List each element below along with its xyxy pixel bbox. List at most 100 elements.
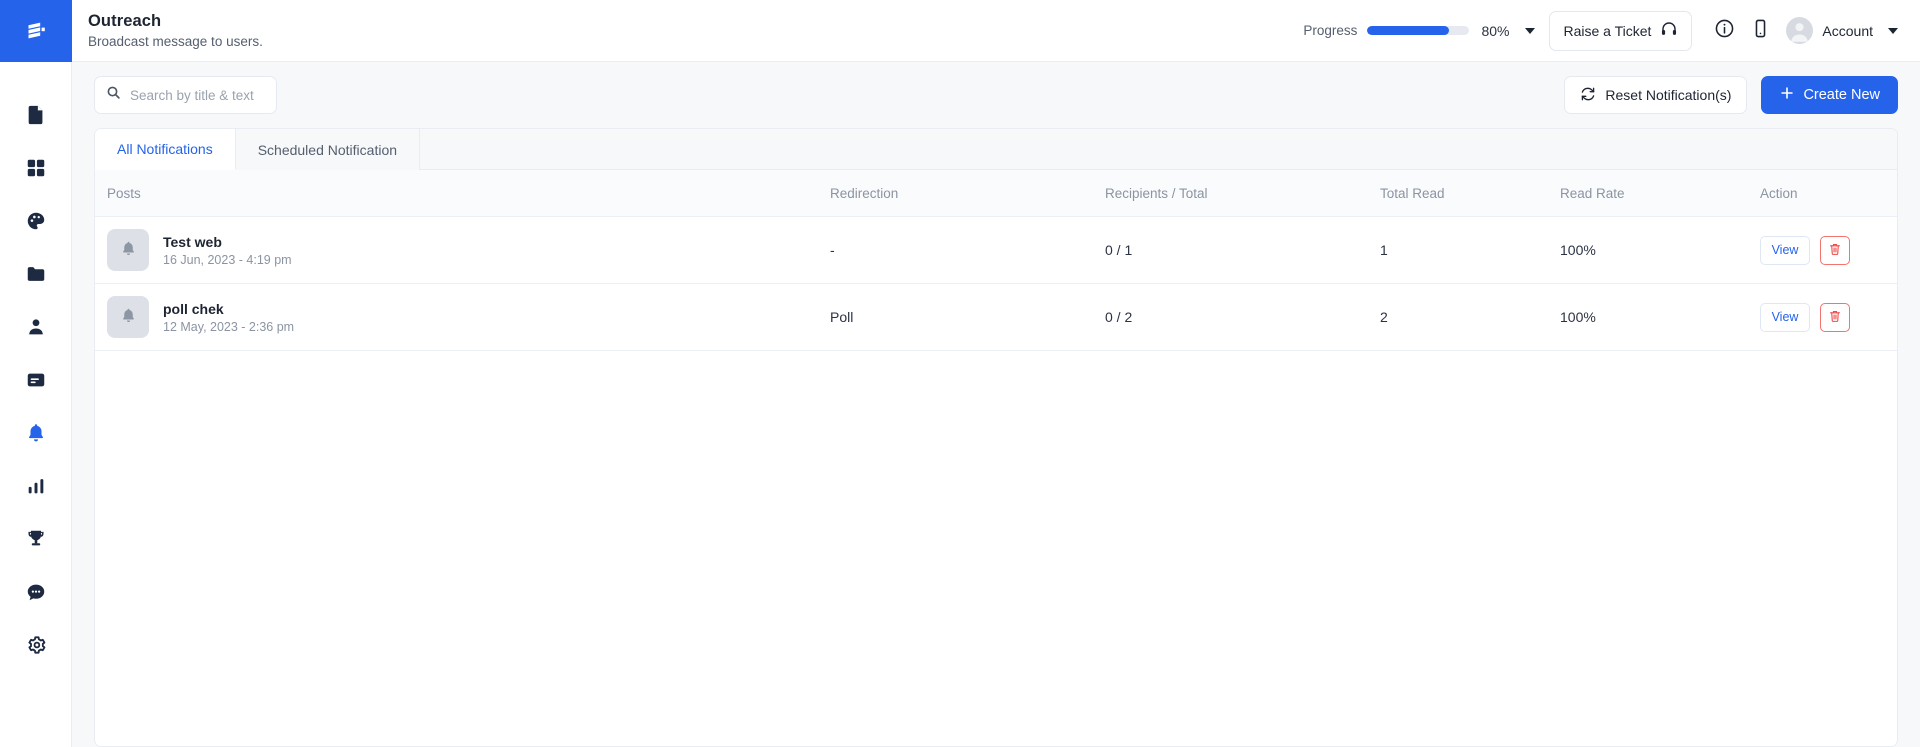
avatar — [1786, 17, 1814, 44]
table-row: poll chek 12 May, 2023 - 2:36 pm Poll 0 … — [95, 283, 1897, 351]
cell-action: View — [1760, 283, 1897, 351]
sidebar-nav — [0, 62, 72, 671]
sidebar-item-settings[interactable] — [0, 618, 72, 671]
progress-fill — [1367, 26, 1450, 35]
post-thumbnail — [107, 229, 149, 271]
trophy-icon — [25, 528, 47, 550]
progress-label: Progress — [1303, 23, 1358, 38]
sidebar-item-users[interactable] — [0, 300, 72, 353]
column-header-recipients: Recipients / Total — [1105, 170, 1380, 217]
post-cell: poll chek 12 May, 2023 - 2:36 pm — [95, 296, 830, 338]
sidebar-item-content[interactable] — [0, 353, 72, 406]
top-header: Outreach Broadcast message to users. Pro… — [72, 0, 1920, 62]
post-title: Test web — [163, 233, 222, 250]
bar-chart-icon — [25, 475, 47, 497]
delete-button[interactable] — [1820, 235, 1850, 265]
sidebar-item-files[interactable] — [0, 247, 72, 300]
bell-icon — [120, 307, 137, 327]
cell-total-read: 1 — [1380, 216, 1560, 284]
info-circle-icon — [1714, 18, 1735, 44]
sidebar-item-appearance[interactable] — [0, 194, 72, 247]
card-icon — [25, 369, 47, 391]
platform-logo[interactable] — [0, 0, 72, 62]
toolbar: Reset Notification(s) Create New — [72, 62, 1920, 128]
search-icon — [106, 85, 121, 105]
raise-ticket-label: Raise a Ticket — [1563, 22, 1652, 39]
post-thumbnail — [107, 296, 149, 338]
bell-icon — [120, 240, 137, 260]
headset-icon — [1660, 20, 1678, 41]
reset-notifications-button[interactable]: Reset Notification(s) — [1564, 76, 1748, 114]
trash-icon — [1828, 309, 1842, 326]
raise-ticket-button[interactable]: Raise a Ticket — [1549, 10, 1693, 51]
create-new-button[interactable]: Create New — [1761, 76, 1898, 114]
reset-notifications-label: Reset Notification(s) — [1605, 87, 1732, 103]
mobile-preview-button[interactable] — [1742, 13, 1778, 49]
page-subtitle: Broadcast message to users. — [88, 33, 263, 49]
account-menu[interactable]: Account — [1786, 17, 1898, 44]
delete-button[interactable] — [1820, 302, 1850, 332]
folder-icon — [25, 263, 47, 285]
cell-read-rate: 100% — [1560, 216, 1760, 284]
user-icon — [25, 316, 47, 338]
post-date: 12 May, 2023 - 2:36 pm — [163, 319, 295, 334]
post-date: 16 Jun, 2023 - 4:19 pm — [163, 252, 292, 267]
cell-post: poll chek 12 May, 2023 - 2:36 pm — [95, 283, 830, 351]
plus-icon — [1779, 85, 1795, 105]
trash-icon — [1828, 242, 1842, 259]
sidebar-item-dashboard[interactable] — [0, 141, 72, 194]
main-area: Outreach Broadcast message to users. Pro… — [72, 0, 1920, 747]
cell-redirection: - — [830, 216, 1105, 284]
post-text: poll chek 12 May, 2023 - 2:36 pm — [163, 301, 294, 334]
sidebar-item-messages[interactable] — [0, 565, 72, 618]
column-header-posts: Posts — [95, 170, 830, 217]
sidebar-item-analytics[interactable] — [0, 459, 72, 512]
info-button[interactable] — [1706, 13, 1742, 49]
action-cell: View — [1760, 302, 1897, 332]
cell-recipients: 0 / 2 — [1105, 283, 1380, 351]
notifications-table: Posts Redirection Recipients / Total Tot… — [95, 170, 1897, 351]
tab-all-notifications[interactable]: All Notifications — [95, 129, 236, 170]
page-title-block: Outreach Broadcast message to users. — [88, 11, 263, 51]
column-header-redirection: Redirection — [830, 170, 1105, 217]
cell-recipients: 0 / 1 — [1105, 216, 1380, 284]
sidebar — [0, 0, 72, 747]
cell-total-read: 2 — [1380, 283, 1560, 351]
tab-scheduled-notification[interactable]: Scheduled Notification — [235, 129, 421, 170]
document-icon — [25, 104, 47, 126]
action-cell: View — [1760, 235, 1897, 265]
post-text: Test web 16 Jun, 2023 - 4:19 pm — [163, 234, 292, 267]
progress-track — [1367, 26, 1470, 35]
page-title: Outreach — [88, 11, 162, 30]
mobile-phone-icon — [1750, 18, 1771, 44]
table-head: Posts Redirection Recipients / Total Tot… — [95, 170, 1897, 217]
grid-icon — [25, 157, 47, 179]
chat-icon — [25, 581, 47, 603]
table-header-row: Posts Redirection Recipients / Total Tot… — [95, 170, 1897, 217]
progress-indicator: Progress 80% — [1303, 22, 1536, 39]
progress-value: 80% — [1481, 22, 1510, 39]
cell-action: View — [1760, 216, 1897, 284]
search-input[interactable] — [130, 87, 265, 103]
table-body: Test web 16 Jun, 2023 - 4:19 pm - 0 / 1 … — [95, 216, 1897, 351]
refresh-icon — [1580, 86, 1596, 105]
column-header-action: Action — [1760, 170, 1897, 217]
column-header-read-rate: Read Rate — [1560, 170, 1760, 217]
post-cell: Test web 16 Jun, 2023 - 4:19 pm — [95, 229, 830, 271]
sidebar-item-documents[interactable] — [0, 88, 72, 141]
sidebar-item-rewards[interactable] — [0, 512, 72, 565]
chevron-down-icon[interactable] — [1525, 27, 1536, 34]
column-header-total-read: Total Read — [1380, 170, 1560, 217]
sidebar-item-notifications[interactable] — [0, 406, 72, 459]
cell-post: Test web 16 Jun, 2023 - 4:19 pm — [95, 216, 830, 284]
post-title: poll chek — [163, 300, 224, 317]
cell-read-rate: 100% — [1560, 283, 1760, 351]
content-area: All Notifications Scheduled Notification… — [72, 128, 1920, 747]
view-button[interactable]: View — [1760, 302, 1810, 332]
tab-bar: All Notifications Scheduled Notification — [95, 129, 1897, 170]
cell-redirection: Poll — [830, 283, 1105, 351]
search-box[interactable] — [94, 76, 277, 114]
chevron-down-icon[interactable] — [1888, 27, 1898, 34]
view-button[interactable]: View — [1760, 235, 1810, 265]
table-row: Test web 16 Jun, 2023 - 4:19 pm - 0 / 1 … — [95, 216, 1897, 284]
